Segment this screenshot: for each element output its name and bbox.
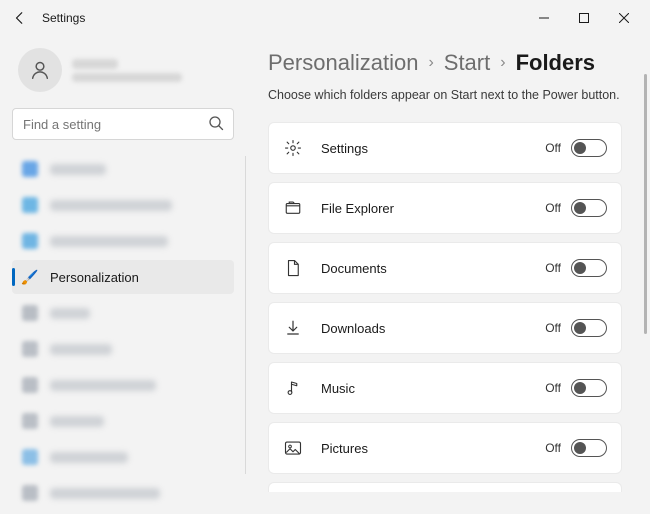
folder-icon: [283, 198, 303, 218]
row-label: File Explorer: [321, 201, 545, 216]
row-label: Pictures: [321, 441, 545, 456]
search-icon: [208, 115, 226, 133]
person-icon: [29, 59, 51, 81]
nav-item-blurred[interactable]: [12, 476, 234, 510]
page-subtitle: Choose which folders appear on Start nex…: [268, 88, 638, 102]
row-downloads: Downloads Off: [268, 302, 622, 354]
gear-icon: [283, 138, 303, 158]
row-state: Off: [545, 141, 561, 155]
row-state: Off: [545, 261, 561, 275]
row-documents: Documents Off: [268, 242, 622, 294]
toggle-music[interactable]: [571, 379, 607, 397]
row-label: Settings: [321, 141, 545, 156]
sidebar: 🖌️ Personalization: [0, 36, 246, 514]
breadcrumb-start[interactable]: Start: [444, 50, 490, 76]
nav-item-blurred[interactable]: [12, 440, 234, 474]
close-icon: [619, 13, 629, 23]
row-state: Off: [545, 201, 561, 215]
minimize-button[interactable]: [524, 4, 564, 32]
nav-item-personalization[interactable]: 🖌️ Personalization: [12, 260, 234, 294]
nav-item-blurred[interactable]: [12, 404, 234, 438]
avatar: [18, 48, 62, 92]
account-area[interactable]: [12, 44, 234, 106]
maximize-button[interactable]: [564, 4, 604, 32]
nav-item-blurred[interactable]: [12, 152, 234, 186]
folder-toggle-list: Settings Off File Explorer Off Documents…: [268, 122, 638, 492]
row-label: Music: [321, 381, 545, 396]
scrollbar-thumb[interactable]: [644, 74, 647, 334]
row-settings: Settings Off: [268, 122, 622, 174]
toggle-settings[interactable]: [571, 139, 607, 157]
search-field[interactable]: [12, 108, 234, 140]
nav-item-blurred[interactable]: [12, 224, 234, 258]
row-label: Downloads: [321, 321, 545, 336]
toggle-documents[interactable]: [571, 259, 607, 277]
maximize-icon: [579, 13, 589, 23]
music-icon: [283, 378, 303, 398]
back-button[interactable]: [6, 4, 34, 32]
minimize-icon: [539, 13, 549, 23]
nav-item-label: Personalization: [50, 270, 139, 285]
breadcrumb-personalization[interactable]: Personalization: [268, 50, 418, 76]
title-bar: Settings: [0, 0, 650, 36]
brush-icon: 🖌️: [22, 269, 38, 285]
row-music: Music Off: [268, 362, 622, 414]
nav-item-blurred[interactable]: [12, 188, 234, 222]
nav-item-blurred[interactable]: [12, 332, 234, 366]
row-state: Off: [545, 321, 561, 335]
row-clipped: [268, 482, 622, 492]
picture-icon: [283, 438, 303, 458]
chevron-right-icon: ›: [500, 54, 505, 72]
breadcrumb: Personalization › Start › Folders: [268, 50, 638, 76]
chevron-right-icon: ›: [428, 54, 433, 72]
nav-item-blurred[interactable]: [12, 296, 234, 330]
account-text: [72, 59, 182, 82]
close-button[interactable]: [604, 4, 644, 32]
row-state: Off: [545, 381, 561, 395]
row-label: Documents: [321, 261, 545, 276]
row-pictures: Pictures Off: [268, 422, 622, 474]
main-content: Personalization › Start › Folders Choose…: [246, 36, 650, 514]
window-title: Settings: [42, 11, 85, 25]
toggle-downloads[interactable]: [571, 319, 607, 337]
nav-item-blurred[interactable]: [12, 368, 234, 402]
download-icon: [283, 318, 303, 338]
back-arrow-icon: [13, 11, 27, 25]
search-input[interactable]: [12, 108, 234, 140]
row-file-explorer: File Explorer Off: [268, 182, 622, 234]
breadcrumb-current: Folders: [516, 50, 595, 76]
document-icon: [283, 258, 303, 278]
toggle-file-explorer[interactable]: [571, 199, 607, 217]
toggle-pictures[interactable]: [571, 439, 607, 457]
row-state: Off: [545, 441, 561, 455]
nav-list: 🖌️ Personalization: [12, 152, 234, 514]
